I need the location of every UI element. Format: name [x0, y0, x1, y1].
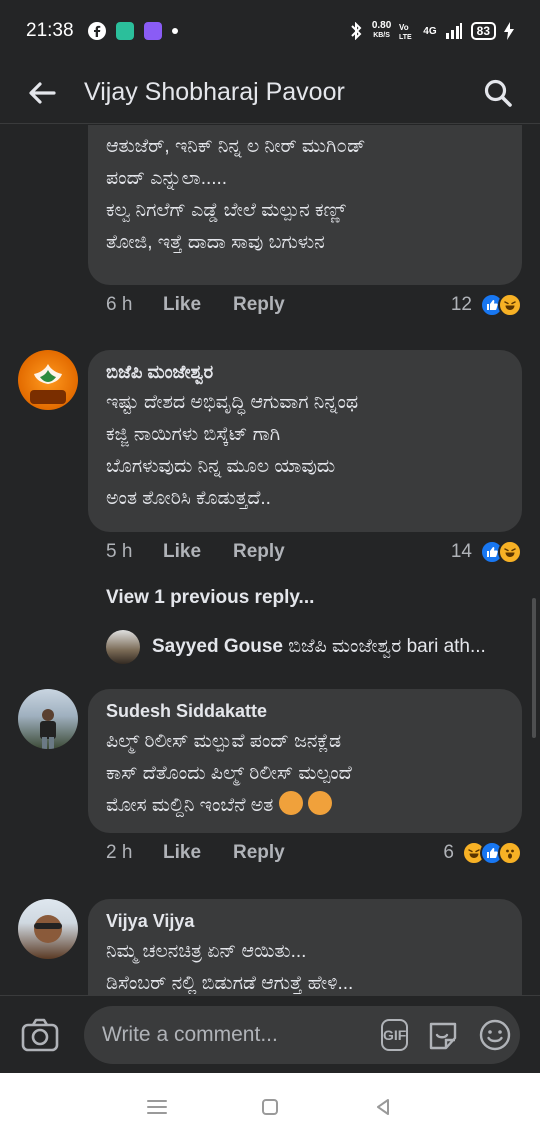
app-icon-2 — [143, 22, 162, 40]
facepalm-emoji-icon — [307, 791, 332, 815]
arrow-left-icon[interactable] — [22, 73, 62, 113]
view-previous-replies-link[interactable]: View 1 previous reply... — [106, 587, 314, 609]
reaction-summary[interactable]: 6 — [443, 841, 522, 865]
comment-actions: 2 h Like Reply 6 — [106, 841, 522, 865]
reply-preview[interactable]: Sayyed Gouse ಬಿಜೆಪಿ ಮಂಜೇಶ್ವರ bari ath... — [152, 636, 522, 658]
comment-bubble[interactable]: Vijya Vijya ನಿಮ್ಮ ಚಲನಚಿತ್ರ ಏನ್ ಆಯಿತು... … — [88, 899, 522, 995]
comment-time: 2 h — [106, 842, 133, 863]
bluetooth-icon — [351, 22, 362, 40]
volte-icon: Vo LTE — [399, 23, 412, 40]
reply-preview-text: ಬಿಜೆಪಿ ಮಂಜೇಶ್ವರ bari ath... — [282, 636, 486, 657]
avatar[interactable] — [18, 689, 78, 749]
comment-input[interactable] — [102, 1022, 373, 1047]
comment-bubble[interactable]: ಆತುಜೆರ್, ಇನಿಕ್ ನಿನ್ನ ಲ ನೀರ್ ಮುಗಿ೦ಡ್ ಪಂದ್… — [88, 125, 522, 285]
net-speed: 0.80 KB/S — [372, 21, 391, 41]
network-type: 4G — [423, 25, 437, 37]
emoji-icon[interactable] — [478, 1015, 512, 1055]
signal-icon — [445, 23, 462, 39]
haha-reaction-icon — [498, 293, 522, 317]
avatar[interactable] — [106, 630, 140, 664]
comment-box[interactable]: GIF — [84, 1005, 520, 1064]
comment-text: ಪಿಲ್ಮ್ ರಿಲೀಸ್ ಮಲ್ಪುವೆ ಪಂದ್ ಜನಕ್ಲೆಡ ಕಾಸ್ … — [106, 726, 504, 822]
net-speed-unit: KB/S — [373, 32, 390, 39]
net-speed-value: 0.80 — [371, 20, 392, 31]
comment-text: ನಿಮ್ಮ ಚಲನಚಿತ್ರ ಏನ್ ಆಯಿತು... ಡಿಸೆಂಬರ್ ನಲ್… — [106, 941, 354, 994]
comment-actions: 6 h Like Reply 12 — [106, 293, 522, 317]
comment-author[interactable]: Vijya Vijya — [106, 911, 504, 932]
comment-author[interactable]: Sudesh Siddakatte — [106, 701, 504, 722]
system-icons: 0.80 KB/S Vo LTE 4G 83 — [348, 21, 514, 41]
menu-icon[interactable] — [142, 1092, 172, 1122]
comment-actions: 5 h Like Reply 14 — [106, 540, 522, 564]
status-bar: 21:38 0.80 KB/S Vo LTE 4G 83 — [0, 0, 540, 62]
like-button[interactable]: Like — [163, 842, 233, 864]
home-icon[interactable] — [255, 1092, 285, 1122]
sticker-icon[interactable] — [426, 1015, 460, 1055]
reaction-summary[interactable]: 12 — [451, 293, 522, 317]
reply-button[interactable]: Reply — [233, 541, 285, 563]
comment-time: 5 h — [106, 541, 133, 562]
search-icon[interactable] — [478, 73, 518, 113]
battery-icon: 83 — [470, 22, 496, 40]
haha-reaction-icon — [498, 540, 522, 564]
gif-icon[interactable]: GIF — [381, 1018, 409, 1051]
facebook-icon — [87, 22, 106, 40]
reply-button[interactable]: Reply — [233, 294, 285, 316]
reaction-count: 14 — [450, 541, 472, 562]
like-button[interactable]: Like — [163, 294, 233, 316]
like-button[interactable]: Like — [163, 541, 233, 563]
notification-icons — [87, 22, 178, 40]
reply-button[interactable]: Reply — [233, 842, 285, 864]
app-icon — [115, 22, 134, 40]
comment-bubble[interactable]: ಬಿಜೆಪಿ ಮಂಜೇಶ್ವರ ಇಷ್ಟು ದೇಶದ ಅಭಿವೃದ್ಧಿ ಆಗು… — [88, 350, 522, 532]
back-nav-icon[interactable] — [368, 1092, 398, 1122]
reaction-count: 12 — [450, 294, 472, 315]
comment-time: 6 h — [106, 294, 133, 315]
avatar[interactable] — [18, 350, 78, 410]
charging-icon — [504, 22, 514, 40]
reply-preview-author: Sayyed Gouse — [152, 636, 283, 657]
comment-text: ಆತುಜೆರ್, ಇನಿಕ್ ನಿನ್ನ ಲ ನೀರ್ ಮುಗಿ೦ಡ್ ಪಂದ್… — [106, 136, 366, 253]
facepalm-emoji-icon — [278, 791, 303, 815]
system-nav-bar — [0, 1073, 540, 1140]
notification-dot — [171, 28, 178, 34]
comments-feed[interactable]: ಆತುಜೆರ್, ಇನಿಕ್ ನಿನ್ನ ಲ ನೀರ್ ಮುಗಿ೦ಡ್ ಪಂದ್… — [0, 125, 540, 995]
wow-reaction-icon — [498, 841, 522, 865]
comment-author[interactable]: ಬಿಜೆಪಿ ಮಂಜೇಶ್ವರ — [106, 362, 504, 383]
camera-icon[interactable] — [18, 1013, 62, 1057]
status-time: 21:38 — [26, 20, 74, 41]
reaction-summary[interactable]: 14 — [451, 540, 522, 564]
comment-text: ಇಷ್ಟು ದೇಶದ ಅಭಿವೃದ್ಧಿ ಆಗುವಾಗ ನಿನ್ನಂಥ ಕಜ್ಜ… — [106, 392, 359, 509]
svg-text:LTE: LTE — [399, 34, 412, 40]
comment-bubble[interactable]: Sudesh Siddakatte ಪಿಲ್ಮ್ ರಿಲೀಸ್ ಮಲ್ಪುವೆ … — [88, 689, 522, 833]
avatar[interactable] — [18, 899, 78, 959]
svg-text:Vo: Vo — [399, 23, 409, 32]
app-header: Vijay Shobharaj Pavoor — [0, 62, 540, 124]
reaction-count: 6 — [443, 842, 454, 863]
comment-composer: GIF — [0, 995, 540, 1073]
scrollbar[interactable] — [532, 598, 536, 738]
page-title: Vijay Shobharaj Pavoor — [84, 78, 345, 106]
